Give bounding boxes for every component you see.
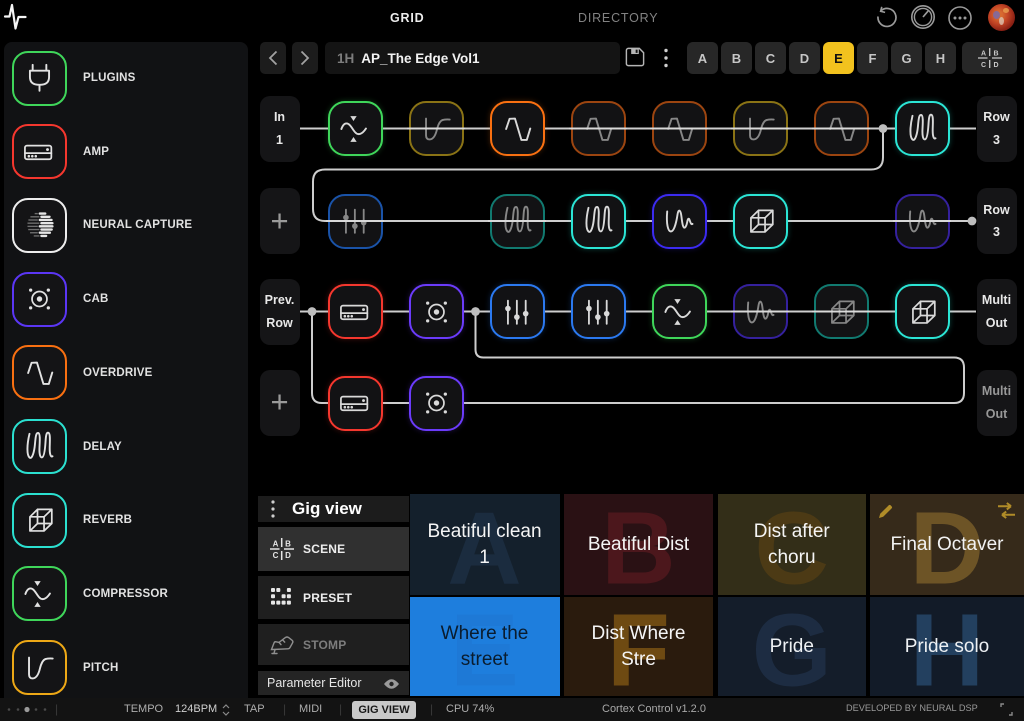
svg-text:A: A	[273, 540, 279, 549]
svg-text:C: C	[273, 551, 279, 560]
svg-text:B: B	[285, 540, 291, 549]
svg-text:D: D	[285, 551, 291, 560]
